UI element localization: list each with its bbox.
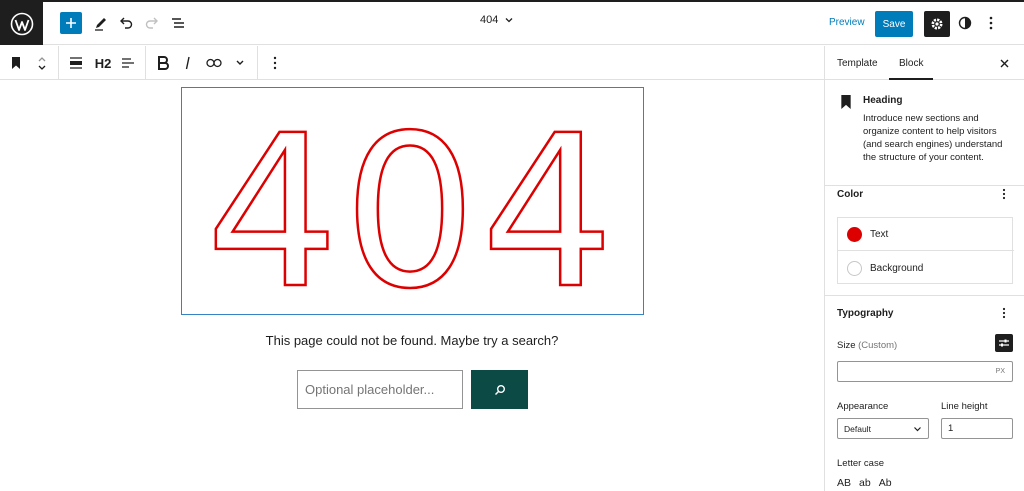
heading-text: 404 [206, 90, 619, 313]
tab-block[interactable]: Block [889, 46, 934, 80]
block-card-description: Introduce new sections and organize cont… [863, 113, 1003, 163]
color-panel-options-button[interactable] [997, 187, 1011, 201]
color-settings-box: Text Background [837, 217, 1014, 285]
preview-button[interactable]: Preview [829, 17, 865, 28]
save-button[interactable]: Save [875, 11, 913, 37]
letter-case-lowercase-button[interactable]: ab [859, 477, 871, 489]
text-color-option[interactable]: Text [838, 218, 1014, 251]
chevron-down-icon [505, 18, 513, 23]
size-label: Size (Custom) [837, 340, 897, 351]
bookmark-icon [841, 95, 851, 109]
bold-button[interactable] [151, 51, 175, 75]
italic-button[interactable] [176, 51, 200, 75]
heading-404[interactable]: 404 [182, 88, 642, 337]
toolbar-divider [58, 46, 59, 80]
settings-sidebar: Template Block Heading Introduce new sec… [824, 46, 1024, 491]
text-color-label: Text [870, 228, 889, 240]
block-card-title: Heading [863, 95, 903, 106]
kebab-menu-icon [1002, 188, 1006, 200]
document-title-dropdown[interactable]: 404 [480, 14, 514, 26]
styles-button[interactable] [953, 11, 977, 35]
font-size-unit: PX [995, 368, 1005, 375]
block-toolbar: H2 [0, 46, 824, 80]
block-alignment-button[interactable] [64, 51, 88, 75]
wordpress-logo-icon [10, 12, 33, 35]
half-circle-contrast-icon [958, 16, 972, 30]
kebab-menu-icon [1002, 307, 1006, 319]
color-panel-title: Color [837, 189, 864, 200]
chevron-up-icon [38, 56, 46, 61]
text-align-button[interactable] [116, 51, 140, 75]
kebab-menu-icon [273, 56, 277, 70]
toolbar-divider [145, 46, 146, 80]
pencil-icon [95, 18, 106, 31]
panel-divider [825, 295, 1024, 296]
size-label-text: Size [837, 340, 856, 351]
search-input[interactable] [297, 370, 463, 409]
search-icon [494, 384, 505, 395]
bold-icon [158, 56, 169, 70]
list-view-icon [172, 18, 184, 28]
block-options-button[interactable] [263, 51, 287, 75]
appearance-value: Default [844, 424, 871, 434]
redo-icon [145, 17, 158, 29]
close-sidebar-button[interactable] [997, 56, 1011, 70]
set-custom-size-button[interactable] [995, 334, 1013, 352]
editor-canvas: 404 This page could not be found. Maybe … [0, 81, 824, 491]
add-block-button[interactable] [60, 12, 82, 34]
align-left-icon [122, 58, 134, 68]
appearance-select[interactable]: Default [837, 418, 929, 439]
tab-template[interactable]: Template [837, 46, 878, 80]
line-height-label: Line height [941, 401, 988, 412]
search-button[interactable] [471, 370, 528, 409]
typography-panel-title: Typography [837, 308, 894, 319]
kebab-menu-icon [989, 16, 993, 30]
align-wide-icon [70, 57, 82, 69]
block-card: Heading Introduce new sections and organ… [825, 81, 1024, 186]
toolbar-divider [257, 46, 258, 80]
letter-case-options: AB ab Ab [837, 477, 892, 489]
text-color-swatch [847, 226, 862, 242]
appearance-label: Appearance [837, 401, 889, 412]
wordpress-logo-button[interactable] [0, 2, 43, 45]
background-color-option[interactable]: Background [838, 252, 1014, 285]
undo-icon [120, 17, 133, 29]
chevron-down-icon [236, 60, 244, 65]
close-icon [1000, 59, 1008, 67]
chevron-down-icon [38, 65, 46, 70]
block-type-button[interactable] [4, 51, 28, 75]
background-color-swatch [847, 261, 862, 276]
link-icon [206, 58, 222, 68]
move-block-buttons[interactable] [30, 51, 54, 75]
line-height-input[interactable]: 1 [941, 418, 1013, 439]
gear-icon [931, 18, 943, 30]
font-size-input[interactable]: PX [837, 361, 1013, 382]
typography-panel-options-button[interactable] [997, 306, 1011, 320]
bookmark-icon [12, 57, 20, 69]
more-rich-text-controls-button[interactable] [228, 51, 252, 75]
not-found-message: This page could not be found. Maybe try … [265, 333, 559, 348]
sidebar-tabs: Template Block [825, 46, 1024, 80]
chevron-down-icon [914, 427, 921, 432]
background-color-label: Background [870, 263, 924, 274]
letter-case-label: Letter case [837, 458, 884, 469]
document-title: 404 [480, 14, 499, 26]
editor-header: 404 Preview Save [0, 2, 1024, 45]
tools-button[interactable] [89, 11, 113, 35]
link-button[interactable] [202, 51, 226, 75]
heading-level-button[interactable]: H2 [89, 51, 117, 75]
letter-case-uppercase-button[interactable]: AB [837, 477, 851, 489]
letter-case-capitalize-button[interactable]: Ab [879, 477, 892, 489]
settings-button[interactable] [924, 11, 950, 37]
sliders-icon [999, 339, 1009, 347]
size-hint: (Custom) [858, 340, 898, 351]
plus-icon [66, 18, 76, 28]
italic-icon [185, 56, 190, 70]
document-overview-button[interactable] [166, 11, 190, 35]
selected-heading-block[interactable]: 404 [181, 87, 644, 337]
redo-button[interactable] [140, 11, 164, 35]
undo-button[interactable] [114, 11, 138, 35]
options-menu-button[interactable] [979, 11, 1003, 35]
